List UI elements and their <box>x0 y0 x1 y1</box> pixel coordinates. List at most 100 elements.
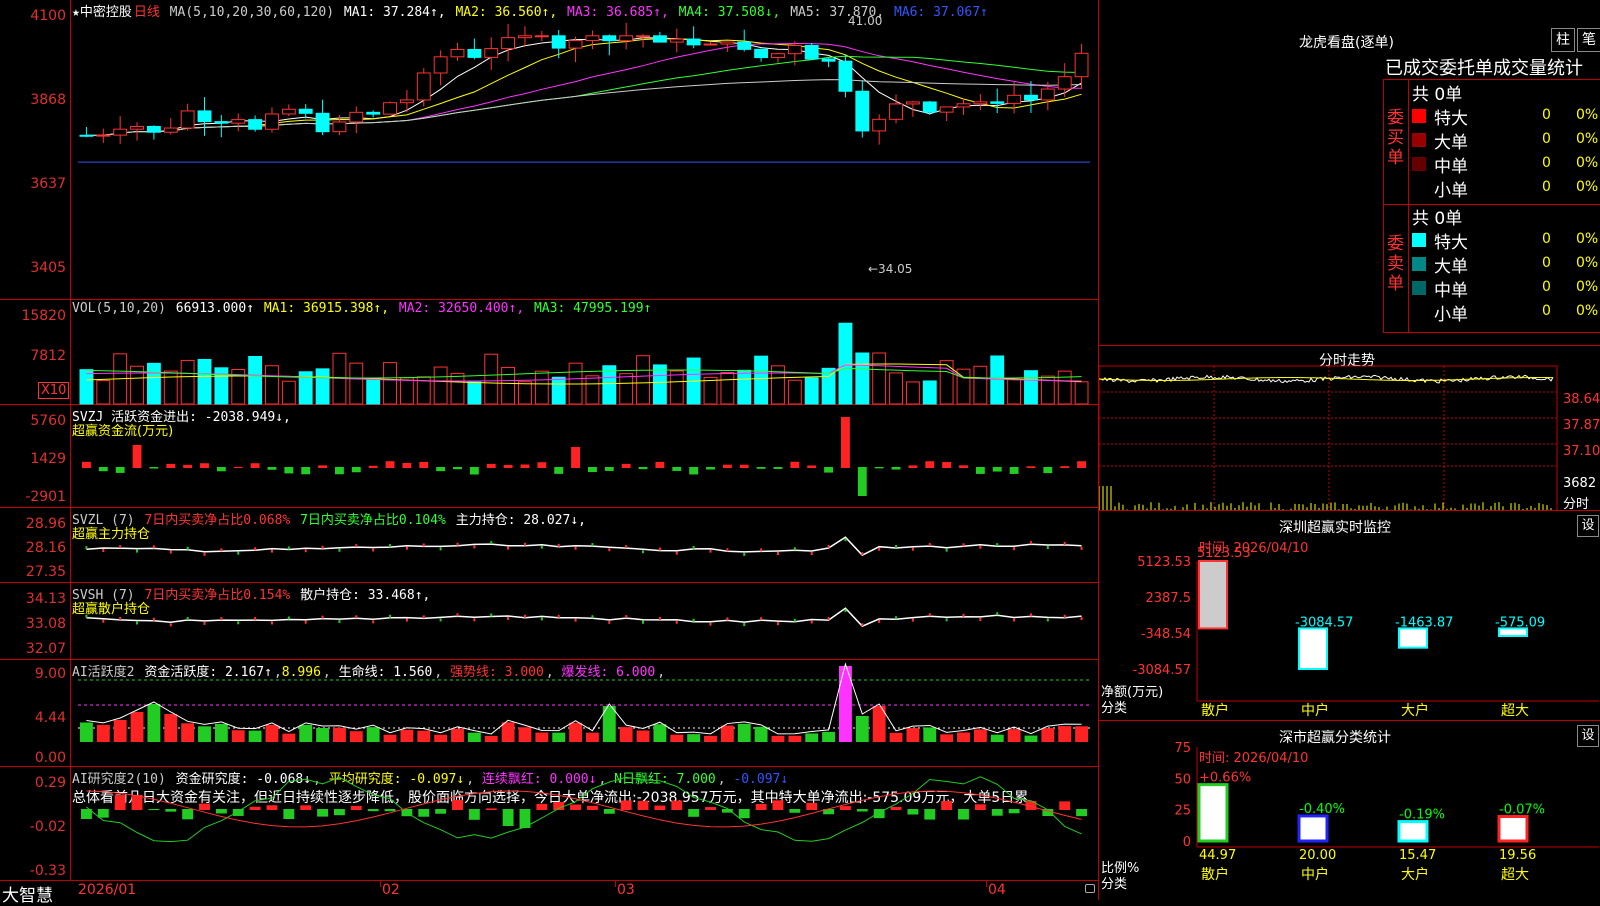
holding-dot <box>979 617 982 621</box>
holding-dot <box>254 547 257 551</box>
swatch <box>1412 281 1426 295</box>
holding-dot <box>523 542 526 546</box>
classstat-value: 20.00 <box>1299 848 1336 863</box>
classstat-chart[interactable]: 75 50 25 0 +0.66% 44.97 散户 -0.40% 20.00 中户 -0.19% 1… <box>1099 721 1600 901</box>
holding-dot <box>1046 546 1049 550</box>
research-bar <box>452 799 463 810</box>
holding-dot <box>152 545 155 549</box>
activity-bar <box>164 714 178 742</box>
volume-bar <box>248 355 263 405</box>
svsh-panel[interactable]: 34.13 33.08 32.07 SVSH (7) 7日内买卖净占比0.154… <box>0 583 1098 660</box>
ai-activity-chart[interactable] <box>0 660 1098 767</box>
holding-dot <box>574 546 577 550</box>
ai-research-chart[interactable] <box>0 767 1098 880</box>
flow-bar <box>706 467 715 470</box>
low-note: ←34.05 <box>868 262 913 276</box>
flow-bar <box>200 463 209 468</box>
intraday-chart[interactable] <box>1099 346 1600 511</box>
fenshi-panel[interactable]: 分时走势 38.64 37.87 37.10 3682 分时 <box>1098 345 1600 512</box>
monitor-panel[interactable]: 深圳超赢实时监控 设 时间: 2026/04/10 5123.53 2387.5-… <box>1098 510 1600 720</box>
lhb-row-pct: 0% <box>1576 179 1599 195</box>
holding-dot <box>439 547 442 551</box>
holding-dot <box>979 545 982 549</box>
svzj-panel[interactable]: 5760 1429 -2901 SVZJ 活跃资金进出: -2038.949↓,… <box>0 405 1098 508</box>
classstat-value: 19.56 <box>1499 848 1536 863</box>
flow-bar <box>672 467 682 471</box>
candle <box>855 90 870 132</box>
lhb-row-pct: 0% <box>1576 107 1599 123</box>
bar-mode-button[interactable]: 柱 <box>1551 28 1575 52</box>
volume-bar <box>787 379 802 405</box>
lhb-row-value: 0 <box>1542 131 1551 147</box>
research-bar <box>974 804 986 810</box>
lhb-row-pct: 0% <box>1576 155 1599 171</box>
classstat-ytick: 75 <box>1174 741 1191 756</box>
holding-dot <box>928 613 931 617</box>
research-bar <box>587 805 598 810</box>
kline-panel[interactable]: 4100 3868 3637 3405 ★中密控股 日线 MA(5,10,20,3… <box>0 0 1098 300</box>
flow-bar <box>790 461 800 468</box>
research-bar <box>671 800 683 810</box>
candle <box>281 108 296 115</box>
flow-bar <box>841 417 850 468</box>
holding-dot <box>1063 614 1066 618</box>
flow-bar <box>1060 466 1070 468</box>
holding-dot <box>304 620 307 624</box>
holding-dot <box>287 546 290 550</box>
activity-bar <box>636 730 650 742</box>
monitor-chart[interactable]: 5123.53 2387.5 -348.54 -3084.57 5123.53 散户 -30… <box>1099 511 1600 721</box>
holding-dot <box>152 617 155 621</box>
holding-dot <box>540 545 543 549</box>
holding-dot <box>692 545 695 549</box>
research-bar <box>1059 801 1071 810</box>
holding-dot <box>186 546 189 550</box>
holding-dot <box>625 615 628 619</box>
holding-dot <box>878 547 881 551</box>
candle <box>939 106 954 113</box>
flow-bar <box>115 467 125 473</box>
lhb-tabs[interactable]: 已成交委托单成交量统计 <box>1385 54 1599 80</box>
holding-dot <box>523 614 526 618</box>
tick-mode-button[interactable]: 笔 <box>1577 28 1600 52</box>
app-logo[interactable]: 大智慧 <box>2 881 53 906</box>
volume-bar <box>905 381 920 405</box>
classstat-panel[interactable]: 深市超赢分类统计 设 时间: 2026/04/10 75 50 25 0 +0.66% 4… <box>1098 720 1600 900</box>
x-ticks <box>986 881 987 887</box>
lhb-row-name: 特大 <box>1434 233 1468 253</box>
flow-bar <box>284 467 294 474</box>
holding-line <box>86 536 1082 557</box>
volume-chart[interactable] <box>0 300 1098 405</box>
research-bar <box>384 809 396 812</box>
candle <box>146 125 161 133</box>
volume-panel[interactable]: 15820 7812 X10 VOL(5,10,20) 66913.000↑ M… <box>0 300 1098 405</box>
classstat-category: 中户 <box>1301 866 1329 883</box>
flow-bar <box>368 465 378 468</box>
flow-bar <box>82 461 91 468</box>
classstat-delta: -0.40% <box>1299 802 1345 817</box>
volume-bar <box>163 370 178 405</box>
holding-dot <box>844 538 847 542</box>
monitor-category: 大户 <box>1401 702 1429 719</box>
research-bar <box>603 809 615 814</box>
lock-icon[interactable] <box>1085 884 1095 893</box>
activity-bar <box>299 724 313 742</box>
holding-dot <box>827 617 830 621</box>
lhb-panel[interactable]: 龙虎看盘(逐单) 柱 笔 已成交委托单成交量统计 委买单 委卖单 共 0单 共 … <box>1098 0 1600 345</box>
ai-activity-panel[interactable]: 9.00 4.44 0.00 AI活跃度2 资金活跃度: 2.167↑ ,8.99… <box>0 660 1098 767</box>
svzl-panel[interactable]: 28.96 28.16 27.35 SVZL (7) 7日内买卖净占比0.068… <box>0 508 1098 583</box>
candle <box>248 119 263 130</box>
svzl-chart[interactable] <box>0 508 1098 583</box>
ai-research-panel[interactable]: 0.29 -0.02 -0.33 AI研究度2(10) 资金研究度: -0.06… <box>0 767 1098 880</box>
flow-bar <box>520 464 530 468</box>
candlestick-chart[interactable] <box>0 0 1098 300</box>
svzj-chart[interactable] <box>0 405 1098 508</box>
activity-bar <box>282 733 296 742</box>
activity-bar <box>940 734 954 742</box>
lhb-row-name: 大单 <box>1434 257 1468 277</box>
holding-dot <box>186 617 189 621</box>
flow-bar <box>166 463 176 468</box>
candle <box>298 108 313 114</box>
holding-dot <box>911 618 914 622</box>
candle <box>973 101 988 105</box>
svsh-chart[interactable] <box>0 583 1098 660</box>
